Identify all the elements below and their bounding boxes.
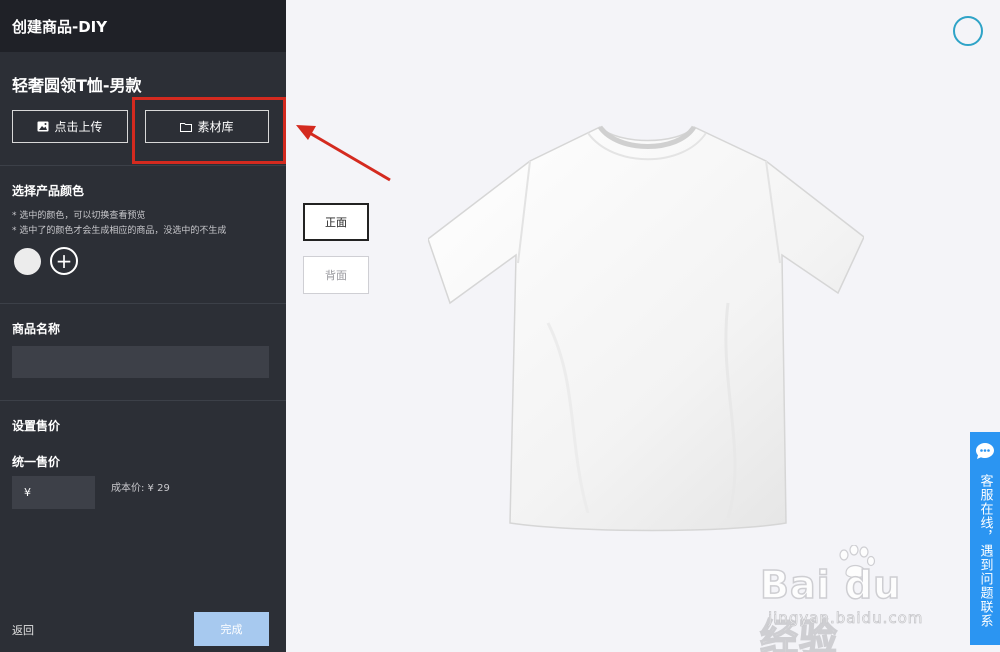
watermark-main: Bai du 经验	[759, 562, 902, 652]
page-title: 创建商品-DIY	[12, 17, 108, 36]
color-note: * 选中了的颜色才会生成相应的商品，没选中的不生成	[12, 226, 227, 236]
price-input[interactable]: ¥	[12, 476, 95, 509]
plus-icon: +	[55, 249, 73, 273]
divider	[0, 165, 286, 166]
watermark-sub: jingyan.baidu.com	[768, 609, 924, 628]
sidebar-header: 创建商品-DIY	[0, 0, 286, 52]
currency-symbol: ¥	[24, 486, 31, 499]
tshirt-image	[428, 125, 864, 532]
front-side-button[interactable]: 正面	[303, 203, 369, 241]
support-text: 客服在线，遇到问题联系	[977, 474, 993, 628]
upload-label: 点击上传	[54, 120, 103, 134]
product-name-input[interactable]	[12, 346, 269, 378]
arrow-annotation	[296, 125, 391, 182]
divider	[0, 400, 286, 401]
add-color-button[interactable]: +	[50, 247, 78, 275]
image-icon	[37, 121, 49, 132]
color-note: * 选中的颜色，可以切换查看预览	[12, 211, 146, 221]
color-section-title: 选择产品颜色	[12, 184, 85, 198]
loading-circle-icon	[953, 16, 983, 46]
baidu-watermark: Bai du 经验 jingyan.baidu.com	[759, 545, 950, 652]
product-title: 轻奢圆领T恤-男款	[12, 76, 142, 95]
cost-price-label: 成本价: ¥ 29	[111, 483, 170, 494]
done-button[interactable]: 完成	[194, 612, 269, 646]
unified-price-label: 统一售价	[12, 455, 61, 469]
chat-bubble-icon	[976, 443, 994, 459]
divider	[0, 303, 286, 304]
back-link[interactable]: 返回	[12, 622, 34, 638]
upload-button[interactable]: 点击上传	[12, 110, 128, 143]
name-section-title: 商品名称	[12, 322, 61, 336]
price-section-title: 设置售价	[12, 419, 61, 433]
back-side-button[interactable]: 背面	[303, 256, 369, 294]
customer-service-tab[interactable]: 客服在线，遇到问题联系	[970, 432, 1000, 645]
highlight-box	[132, 97, 286, 164]
color-swatch-white[interactable]	[14, 248, 41, 275]
